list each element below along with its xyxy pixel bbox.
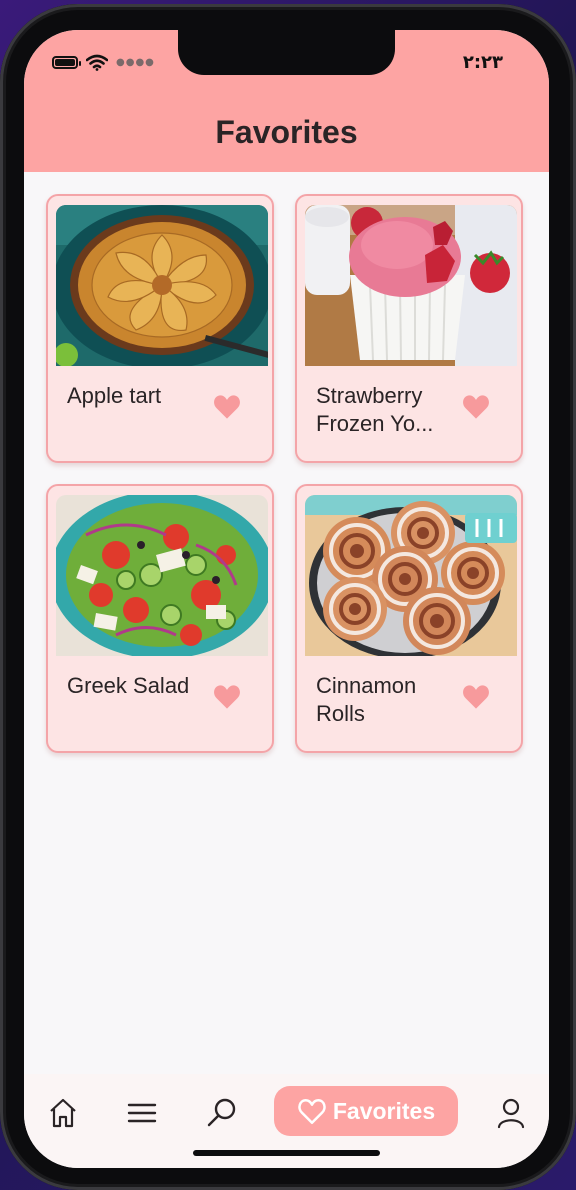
profile-icon[interactable] xyxy=(494,1096,528,1130)
battery-icon xyxy=(52,56,81,69)
heart-icon[interactable] xyxy=(213,394,241,420)
recipe-name: Greek Salad xyxy=(67,673,190,698)
bottom-navigation: Favorites xyxy=(24,1074,549,1168)
notch xyxy=(178,30,395,75)
wifi-icon xyxy=(86,54,108,71)
recipe-image xyxy=(305,495,517,656)
cellular-dots-icon: ●●●● xyxy=(116,57,155,68)
recipe-name: Apple tart xyxy=(67,383,162,408)
heart-outline-icon xyxy=(298,1098,326,1124)
recipe-card[interactable]: Cinnamon Rolls xyxy=(295,484,523,753)
heart-icon[interactable] xyxy=(462,684,490,710)
heart-icon[interactable] xyxy=(462,394,490,420)
recipe-card[interactable]: Apple tart xyxy=(46,194,274,463)
nav-favorites-button[interactable]: Favorites xyxy=(274,1086,458,1136)
status-time: ٢:٢٣ xyxy=(462,52,503,73)
recipe-image xyxy=(305,205,517,366)
heart-icon[interactable] xyxy=(213,684,241,710)
menu-icon[interactable] xyxy=(125,1096,159,1130)
recipe-name: Strawberry Frozen Yo... xyxy=(316,383,434,436)
header-bar: ●●●● ٢:٢٣ Favorites xyxy=(24,30,549,172)
app-screen: ●●●● ٢:٢٣ Favorites Apple tart Strawberr… xyxy=(24,30,549,1168)
page-title: Favorites xyxy=(215,114,358,150)
recipe-name: Cinnamon Rolls xyxy=(316,673,417,726)
recipe-image xyxy=(56,205,268,366)
search-icon[interactable] xyxy=(205,1096,239,1130)
phone-frame: ●●●● ٢:٢٣ Favorites Apple tart Strawberr… xyxy=(0,4,576,1190)
recipe-card[interactable]: Greek Salad xyxy=(46,484,274,753)
nav-favorites-label: Favorites xyxy=(332,1097,436,1124)
home-icon[interactable] xyxy=(46,1096,80,1130)
status-icons: ●●●● xyxy=(52,54,155,71)
recipe-image xyxy=(56,495,268,656)
recipe-card[interactable]: Strawberry Frozen Yo... xyxy=(295,194,523,463)
home-indicator xyxy=(193,1150,380,1156)
